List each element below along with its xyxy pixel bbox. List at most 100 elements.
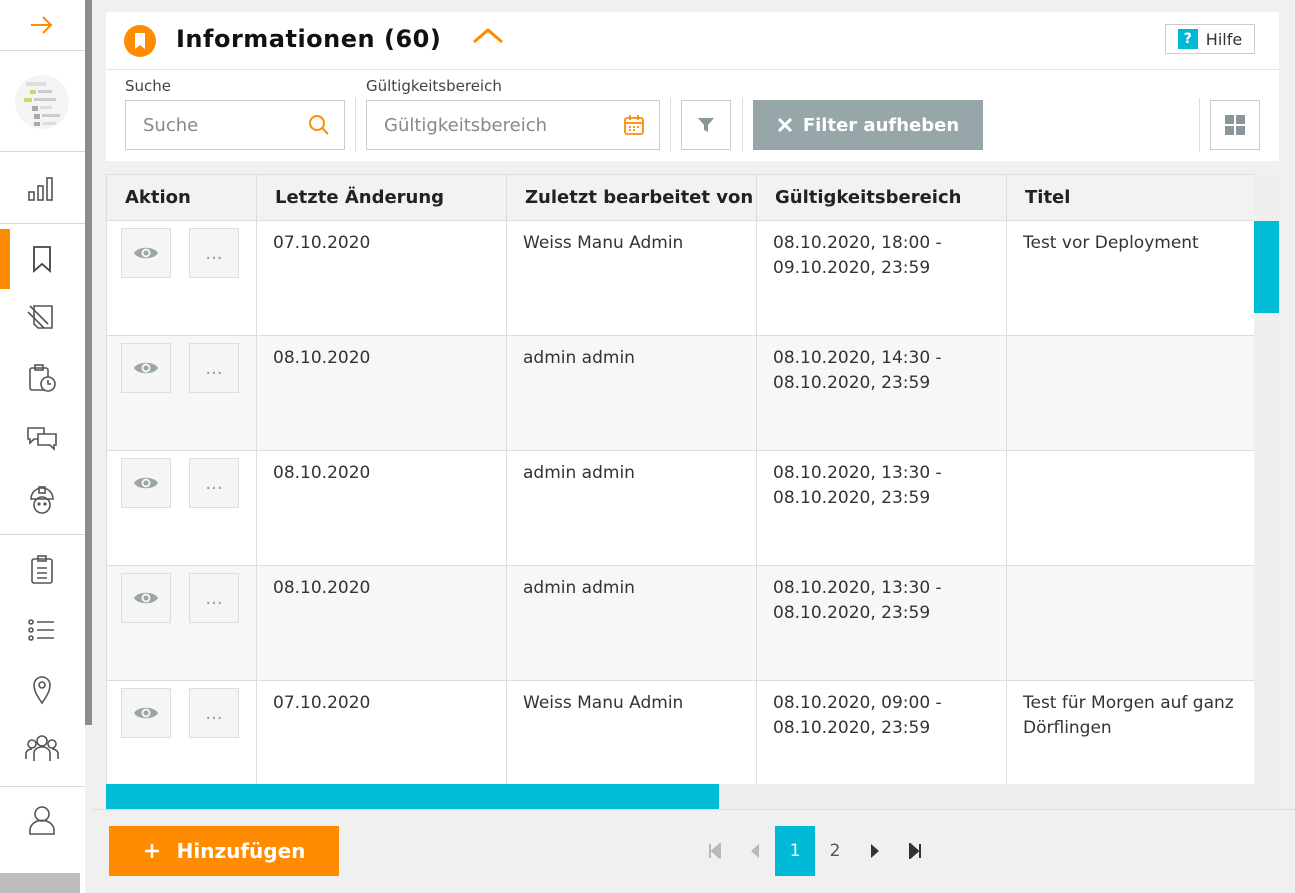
arrow-right-icon[interactable]	[22, 5, 62, 45]
column-header-action[interactable]: Aktion	[106, 174, 257, 221]
validity-from: 08.10.2020, 13:30 -	[773, 578, 942, 598]
help-button[interactable]: ? Hilfe	[1165, 24, 1255, 54]
document-edit-icon[interactable]	[22, 296, 62, 336]
filter-toggle-button[interactable]	[681, 100, 731, 150]
grid-view-button[interactable]	[1210, 100, 1260, 150]
table-vertical-scrollbar[interactable]	[1254, 221, 1279, 313]
location-pin-icon[interactable]	[22, 670, 62, 710]
validity-cell: 08.10.2020, 13:30 - 08.10.2020, 23:59	[756, 450, 1007, 566]
next-page-icon[interactable]	[855, 826, 895, 876]
column-header-editor[interactable]: Zuletzt bearbeitet von	[506, 174, 757, 221]
validity-cell: 08.10.2020, 14:30 - 08.10.2020, 23:59	[756, 335, 1007, 451]
validity-from: 08.10.2020, 09:00 -	[773, 693, 942, 713]
search-placeholder: Suche	[143, 114, 199, 136]
validity-from: 08.10.2020, 14:30 -	[773, 348, 942, 368]
group-icon[interactable]	[22, 728, 62, 768]
page-header: Informationen (60) ? Hilfe	[106, 12, 1279, 70]
page-1-button[interactable]: 1	[775, 826, 815, 876]
eye-icon	[134, 707, 158, 719]
validity-to: 08.10.2020, 23:59	[773, 718, 931, 738]
worker-helmet-icon[interactable]	[22, 480, 62, 520]
user-icon[interactable]	[22, 800, 62, 840]
column-header-validity[interactable]: Gültigkeitsbereich	[756, 174, 1007, 221]
sidebar-bottom-item[interactable]	[0, 873, 80, 893]
bookmark-icon[interactable]	[22, 239, 62, 279]
clear-filter-label: Filter aufheben	[802, 114, 960, 136]
search-icon[interactable]	[308, 114, 330, 136]
clipboard-clock-icon[interactable]	[22, 358, 62, 398]
last-change-cell: 07.10.2020	[256, 680, 507, 784]
column-header-title[interactable]: Titel	[1006, 174, 1254, 221]
action-cell: ...	[106, 220, 257, 336]
pagination: 1 2	[695, 826, 935, 876]
last-change-cell: 08.10.2020	[256, 335, 507, 451]
bar-chart-icon[interactable]	[22, 168, 62, 208]
filter-bar: Suche Suche Gültigkeitsbereich Gültigkei…	[106, 70, 1279, 161]
view-button[interactable]	[121, 343, 171, 393]
add-button-label: Hinzufügen	[176, 839, 306, 863]
more-options-button[interactable]: ...	[189, 228, 239, 278]
last-page-icon[interactable]	[895, 826, 935, 876]
sidebar	[0, 0, 85, 893]
clipboard-list-icon[interactable]	[22, 550, 62, 590]
title-cell	[1006, 450, 1254, 566]
validity-cell: 08.10.2020, 13:30 - 08.10.2020, 23:59	[756, 565, 1007, 681]
title-cell: Test für Morgen auf ganz Dörflingen	[1006, 680, 1254, 784]
action-cell: ...	[106, 335, 257, 451]
table-horizontal-scrollbar[interactable]	[106, 784, 719, 809]
view-button[interactable]	[121, 458, 171, 508]
more-options-button[interactable]: ...	[189, 573, 239, 623]
editor-cell: admin admin	[506, 565, 757, 681]
add-button[interactable]: Hinzufügen	[109, 826, 339, 876]
validity-to: 08.10.2020, 23:59	[773, 488, 931, 508]
sidebar-scrollbar[interactable]	[85, 0, 92, 725]
table-row[interactable]: ... 08.10.2020 admin admin 08.10.2020, 13:3…	[106, 565, 1254, 681]
search-label: Suche	[125, 77, 172, 95]
validity-input[interactable]: Gültigkeitsbereich	[366, 100, 660, 150]
view-button[interactable]	[121, 573, 171, 623]
table-row[interactable]: ... 07.10.2020 Weiss Manu Admin 08.10.2020,…	[106, 680, 1254, 784]
more-options-button[interactable]: ...	[189, 458, 239, 508]
clear-filter-button[interactable]: Filter aufheben	[753, 100, 983, 150]
close-icon	[777, 117, 792, 133]
action-cell: ...	[106, 450, 257, 566]
validity-cell: 08.10.2020, 09:00 - 08.10.2020, 23:59	[756, 680, 1007, 784]
first-page-icon[interactable]	[695, 826, 735, 876]
last-change-cell: 08.10.2020	[256, 450, 507, 566]
chat-bubbles-icon[interactable]	[22, 418, 62, 458]
action-cell: ...	[106, 565, 257, 681]
more-options-button[interactable]: ...	[189, 688, 239, 738]
active-indicator	[0, 229, 10, 289]
column-header-last-change[interactable]: Letzte Änderung	[256, 174, 507, 221]
validity-cell: 08.10.2020, 18:00 - 09.10.2020, 23:59	[756, 220, 1007, 336]
view-button[interactable]	[121, 688, 171, 738]
footer: Hinzufügen 1 2	[92, 809, 1295, 893]
table-row[interactable]: ... 07.10.2020 Weiss Manu Admin 08.10.2020,…	[106, 220, 1254, 336]
list-icon[interactable]	[22, 610, 62, 650]
editor-cell: Weiss Manu Admin	[506, 220, 757, 336]
action-cell: ...	[106, 680, 257, 784]
validity-placeholder: Gültigkeitsbereich	[384, 114, 548, 136]
chevron-up-icon[interactable]	[470, 24, 506, 48]
previous-page-icon[interactable]	[735, 826, 775, 876]
app-logo	[14, 70, 74, 134]
eye-icon	[134, 247, 158, 259]
validity-to: 08.10.2020, 23:59	[773, 603, 931, 623]
table-header-row: Aktion Letzte Änderung Zuletzt bearbeite…	[106, 174, 1254, 221]
validity-from: 08.10.2020, 18:00 -	[773, 233, 942, 253]
last-change-cell: 08.10.2020	[256, 565, 507, 681]
page-2-button[interactable]: 2	[815, 826, 855, 876]
validity-to: 08.10.2020, 23:59	[773, 373, 931, 393]
editor-cell: admin admin	[506, 450, 757, 566]
more-options-icon: ...	[205, 587, 223, 609]
calendar-icon[interactable]	[623, 114, 645, 136]
bookmark-badge-icon	[124, 25, 156, 57]
table-row[interactable]: ... 08.10.2020 admin admin 08.10.2020, 13:3…	[106, 450, 1254, 566]
more-options-button[interactable]: ...	[189, 343, 239, 393]
view-button[interactable]	[121, 228, 171, 278]
title-cell	[1006, 565, 1254, 681]
table-row[interactable]: ... 08.10.2020 admin admin 08.10.2020, 14:3…	[106, 335, 1254, 451]
search-input[interactable]: Suche	[125, 100, 345, 150]
validity-to: 09.10.2020, 23:59	[773, 258, 931, 278]
eye-icon	[134, 592, 158, 604]
